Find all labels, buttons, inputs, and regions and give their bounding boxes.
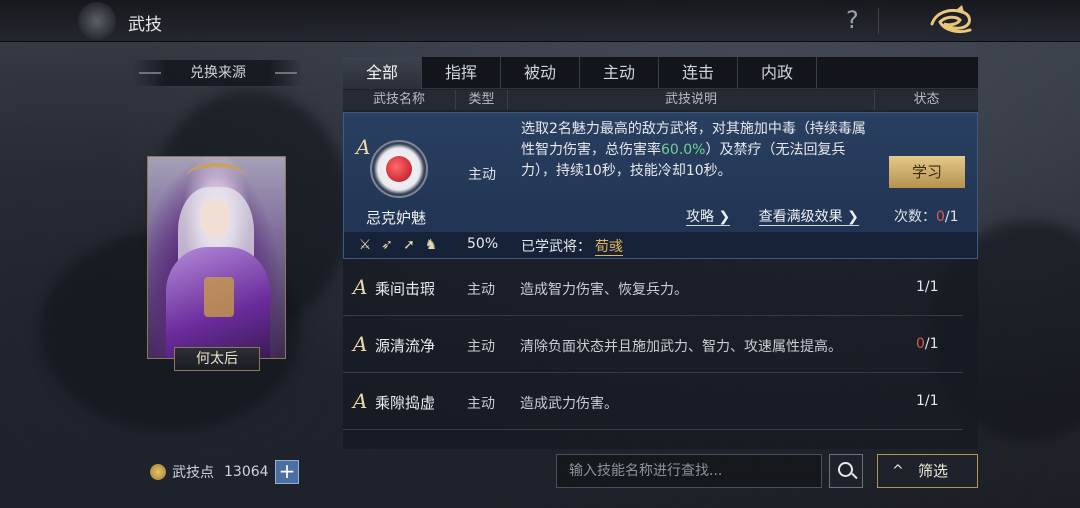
grade-badge: A xyxy=(353,389,368,413)
add-points-button[interactable]: + xyxy=(275,460,299,484)
skill-description: 清除负面状态并且施加武力、智力、攻速属性提高。 xyxy=(520,339,842,355)
skill-type: 主动 xyxy=(467,339,495,355)
bow-icon: ➶ xyxy=(381,237,393,253)
tab-combo[interactable]: 连击 xyxy=(659,57,738,89)
grade-badge: A xyxy=(353,332,368,356)
filter-label: 筛选 xyxy=(918,462,949,480)
learned-label: 已学武将： xyxy=(521,239,591,255)
skill-description: 造成智力伤害、恢复兵力。 xyxy=(520,282,688,298)
dragon-back-icon[interactable] xyxy=(926,4,976,38)
use-count-used: 1 xyxy=(916,393,925,409)
use-count-total: /1 xyxy=(924,279,939,295)
skill-name: 忌克妒魅 xyxy=(366,209,427,227)
column-header-desc: 武技说明 xyxy=(508,90,875,110)
search-button[interactable] xyxy=(829,454,863,488)
column-header-type: 类型 xyxy=(456,90,508,110)
use-count-used: 0 xyxy=(936,209,945,225)
tab-bar: 全部 指挥 被动 主动 连击 内政 xyxy=(343,57,978,89)
trigger-rate: 50% xyxy=(467,236,499,252)
use-count-total: /1 xyxy=(924,336,939,352)
skill-points-label: 武技点 xyxy=(172,465,214,481)
tab-command[interactable]: 指挥 xyxy=(422,57,501,89)
skill-name: 乘间击瑕 xyxy=(375,280,436,298)
skill-points-value: 13064 xyxy=(224,464,269,480)
skill-type: 主动 xyxy=(468,167,496,183)
skill-row[interactable]: A 乘间击瑕 主动 造成智力伤害、恢复兵力。 1/1 xyxy=(343,260,963,316)
use-count-label: 次数： xyxy=(894,209,936,225)
selected-skill-row[interactable]: A 忌克妒魅 主动 选取2名魅力最高的敌方武将，对其施加中毒（持续毒属性智力伤害… xyxy=(343,112,978,259)
skill-search-input[interactable] xyxy=(556,454,822,488)
general-portrait[interactable] xyxy=(147,156,286,359)
learned-generals: 已学武将： 荀彧 xyxy=(521,236,623,256)
strategy-link[interactable]: 攻略 ❯ xyxy=(686,209,731,226)
max-level-effect-link[interactable]: 查看满级效果 ❯ xyxy=(758,209,859,226)
skill-row[interactable]: A 乘隙捣虚 主动 造成武力伤害。 1/1 xyxy=(343,374,963,430)
chevron-up-icon: ^ xyxy=(892,463,904,479)
learned-general-link[interactable]: 荀彧 xyxy=(595,239,623,256)
skill-links: 攻略 ❯ 查看满级效果 ❯ xyxy=(686,206,883,226)
filter-button[interactable]: ^ 筛选 xyxy=(877,454,978,488)
tab-active[interactable]: 主动 xyxy=(580,57,659,89)
grade-badge: A xyxy=(353,275,368,299)
column-header-name: 武技名称 xyxy=(343,90,456,110)
use-count-total: /1 xyxy=(924,393,939,409)
skill-row[interactable]: A 源清流净 主动 清除负面状态并且施加武力、智力、攻速属性提高。 0/1 xyxy=(343,317,963,373)
use-count-used: 1 xyxy=(916,279,925,295)
weapon-icons: ⚔ ➶ ➚ ♞ xyxy=(356,236,440,254)
coin-icon xyxy=(150,464,166,480)
help-icon[interactable]: ? xyxy=(846,6,859,34)
use-count: 次数：0/1 xyxy=(894,206,959,226)
spear-icon: ➚ xyxy=(403,237,415,253)
divider xyxy=(878,8,879,34)
learn-button[interactable]: 学习 xyxy=(889,156,965,188)
damage-rate-highlight: 60.0% xyxy=(661,142,706,158)
search-icon xyxy=(838,462,853,477)
use-count-total: /1 xyxy=(944,209,959,225)
page-title: 武技 xyxy=(128,15,162,35)
use-count-used: 0 xyxy=(916,336,925,352)
use-count: 1/1 xyxy=(916,279,939,295)
horse-icon: ♞ xyxy=(424,237,438,253)
skill-emblem-icon xyxy=(370,140,428,198)
use-count: 1/1 xyxy=(916,393,939,409)
general-name: 何太后 xyxy=(174,347,260,371)
skill-name: 源清流净 xyxy=(375,337,436,355)
column-header-status: 状态 xyxy=(875,90,978,110)
grade-badge: A xyxy=(356,135,371,159)
skill-name: 乘隙捣虚 xyxy=(375,394,436,412)
skill-description: 造成武力伤害。 xyxy=(520,396,618,412)
sword-icon: ⚔ xyxy=(358,237,372,253)
tab-internal[interactable]: 内政 xyxy=(738,57,817,89)
use-count: 0/1 xyxy=(916,336,939,352)
exchange-source-title: 兑换来源 xyxy=(133,60,303,86)
skill-points: 武技点 13064 xyxy=(150,460,269,484)
emblem-icon xyxy=(78,2,116,40)
skill-type: 主动 xyxy=(467,396,495,412)
skill-panel: 全部 指挥 被动 主动 连击 内政 武技名称 类型 武技说明 状态 A 忌克妒魅… xyxy=(343,57,978,449)
skill-description: 选取2名魅力最高的敌方武将，对其施加中毒（持续毒属性智力伤害，总伤害率60.0%… xyxy=(521,119,871,182)
top-bar: 武技 ? xyxy=(0,0,1080,42)
tab-all[interactable]: 全部 xyxy=(343,57,422,89)
skill-detail-bar: ⚔ ➶ ➚ ♞ 50% 已学武将： 荀彧 xyxy=(344,232,977,258)
tab-passive[interactable]: 被动 xyxy=(501,57,580,89)
skill-type: 主动 xyxy=(467,282,495,298)
